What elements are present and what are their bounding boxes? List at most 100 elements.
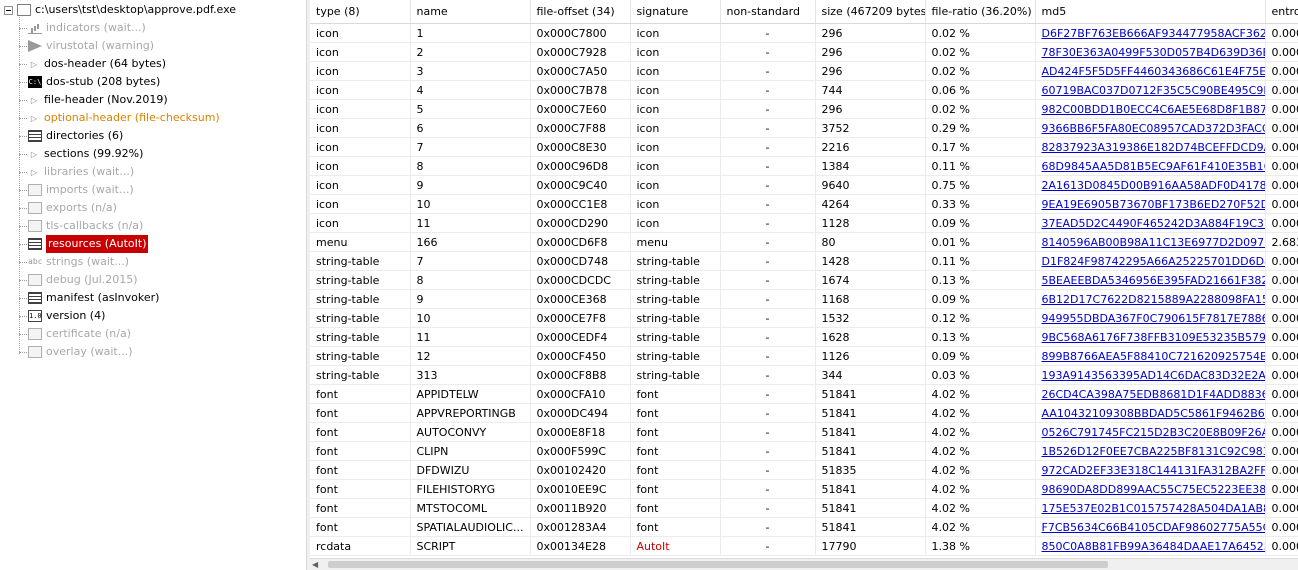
- md5-link[interactable]: 9366BB6F5FA80EC08957CAD372D3FACC: [1042, 122, 1265, 135]
- tree-item[interactable]: exports (n/a): [28, 199, 117, 217]
- column-header[interactable]: size (467209 bytes): [815, 0, 926, 24]
- scrollbar-thumb[interactable]: [328, 561, 1108, 568]
- column-header[interactable]: entropy: [1265, 0, 1298, 24]
- table-cell[interactable]: F7CB5634C66B4105CDAF98602775A55C: [1035, 517, 1266, 537]
- table-row[interactable]: icon 9 0x000C9C40 icon -9640 0.75 % 2A1613D084…: [310, 175, 1298, 195]
- table-row[interactable]: font CLIPN 0x000F599C font -51841 4.02 % 1B526…: [310, 441, 1298, 461]
- table-row[interactable]: icon 1 0x000C7800 icon -296 0.02 % D6F27BF763E…: [310, 23, 1298, 43]
- table-row[interactable]: string-table 7 0x000CD748 string-table -1428…: [310, 251, 1298, 271]
- table-cell[interactable]: 37EAD5D2C4490F465242D3A884F19C37: [1035, 213, 1266, 233]
- table-row[interactable]: icon 2 0x000C7928 icon -296 0.02 % 78F30E363A0…: [310, 42, 1298, 62]
- table-row[interactable]: menu 166 0x000CD6F8 menu -80 0.01 % 8140596AB0…: [310, 232, 1298, 252]
- table-row[interactable]: font SPATIALAUDIOLIC... 0x001283A4 font -518…: [310, 517, 1298, 537]
- table-row[interactable]: string-table 12 0x000CF450 string-table -112…: [310, 346, 1298, 366]
- column-header[interactable]: signature: [630, 0, 721, 24]
- column-header[interactable]: file-offset (34): [530, 0, 631, 24]
- table-row[interactable]: font FILEHISTORYG 0x0010EE9C font -51841 4.02…: [310, 479, 1298, 499]
- table-cell[interactable]: 60719BAC037D0712F35C5C90BE495C9D: [1035, 80, 1266, 100]
- md5-link[interactable]: 78F30E363A0499F530D057B4D639D36E: [1042, 46, 1265, 59]
- table-cell[interactable]: 5BEAEEBDA5346956E395FAD21661F382: [1035, 270, 1266, 290]
- md5-link[interactable]: 0526C791745FC215D2B3C20E8B09F26A: [1042, 426, 1265, 439]
- tree-item[interactable]: resources (AutoIt): [28, 235, 149, 253]
- md5-link[interactable]: 1B526D12F0EE7CBA225BF8131C92C983: [1042, 445, 1265, 458]
- table-cell[interactable]: 899B8766AEA5F88410C721620925754B: [1035, 346, 1266, 366]
- tree-item[interactable]: indicators (wait...): [28, 19, 146, 37]
- tree-item[interactable]: directories (6): [28, 127, 123, 145]
- md5-link[interactable]: 5BEAEEBDA5346956E395FAD21661F382: [1042, 274, 1265, 287]
- table-cell[interactable]: 1B526D12F0EE7CBA225BF8131C92C983: [1035, 441, 1266, 461]
- tree-root[interactable]: c:\users\tst\desktop\approve.pdf.exe: [4, 1, 236, 19]
- md5-link[interactable]: F7CB5634C66B4105CDAF98602775A55C: [1042, 521, 1265, 534]
- table-row[interactable]: icon 11 0x000CD290 icon -1128 0.09 % 37EAD5D2C…: [310, 213, 1298, 233]
- md5-link[interactable]: 982C00BDD1B0ECC4C6AE5E68D8F1B87A: [1042, 103, 1265, 116]
- tree-item[interactable]: certificate (n/a): [28, 325, 131, 343]
- md5-link[interactable]: 37EAD5D2C4490F465242D3A884F19C37: [1042, 217, 1265, 230]
- md5-link[interactable]: 9EA19E6905B73670BF173B6ED270F52D: [1042, 198, 1265, 211]
- collapse-icon[interactable]: [4, 5, 13, 15]
- table-cell[interactable]: 26CD4CA398A75EDB8681D1F4ADD88364: [1035, 384, 1266, 404]
- md5-link[interactable]: 175E537E02B1C015757428A504DA1AB8: [1042, 502, 1265, 515]
- table-cell[interactable]: 175E537E02B1C015757428A504DA1AB8: [1035, 498, 1266, 518]
- table-cell[interactable]: 78F30E363A0499F530D057B4D639D36E: [1035, 42, 1266, 62]
- horizontal-scrollbar[interactable]: ◀: [310, 558, 1298, 570]
- table-cell[interactable]: D1F824F98742295A66A25225701DD6D8: [1035, 251, 1266, 271]
- table-cell[interactable]: 6B12D17C7622D8215889A2288098FA15: [1035, 289, 1266, 309]
- table-row[interactable]: string-table 11 0x000CEDF4 string-table -162…: [310, 327, 1298, 347]
- md5-link[interactable]: 82837923A319386E182D74BCEFFDCD9A: [1042, 141, 1265, 154]
- md5-link[interactable]: 2A1613D0845D00B916AA58ADF0D41788: [1042, 179, 1265, 192]
- tree-item[interactable]: 1.0 version (4): [28, 307, 105, 325]
- tree-item[interactable]: imports (wait...): [28, 181, 134, 199]
- table-cell[interactable]: 82837923A319386E182D74BCEFFDCD9A: [1035, 137, 1266, 157]
- column-header[interactable]: non-standard: [720, 0, 816, 24]
- table-cell[interactable]: 2A1613D0845D00B916AA58ADF0D41788: [1035, 175, 1266, 195]
- table-cell[interactable]: 68D9845AA5D81B5EC9AF61F410E35B16: [1035, 156, 1266, 176]
- md5-link[interactable]: 6B12D17C7622D8215889A2288098FA15: [1042, 293, 1265, 306]
- tree-item[interactable]: tls-callbacks (n/a): [28, 217, 143, 235]
- table-row[interactable]: font DFDWIZU 0x00102420 font -51835 4.02 % 972…: [310, 460, 1298, 480]
- table-row[interactable]: string-table 9 0x000CE368 string-table -1168…: [310, 289, 1298, 309]
- scroll-left-icon[interactable]: ◀: [312, 560, 322, 569]
- tree-item[interactable]: ▷ sections (99.92%): [28, 145, 143, 163]
- table-cell[interactable]: 8140596AB00B98A11C13E6977D2D0977: [1035, 232, 1266, 252]
- md5-link[interactable]: 972CAD2EF33E318C144131FA312BA2FF: [1042, 464, 1265, 477]
- md5-link[interactable]: AA10432109308BBDAD5C5861F9462B6A: [1042, 407, 1265, 420]
- md5-link[interactable]: D6F27BF763EB666AF934477958ACF362: [1042, 27, 1265, 40]
- table-row[interactable]: icon 6 0x000C7F88 icon -3752 0.29 % 9366BB6F5F…: [310, 118, 1298, 138]
- tree-item[interactable]: manifest (asInvoker): [28, 289, 159, 307]
- table-cell[interactable]: 193A9143563395AD14C6DAC83D32E2AD: [1035, 365, 1266, 385]
- tree-item[interactable]: virustotal (warning): [28, 37, 154, 55]
- table-row[interactable]: icon 4 0x000C7B78 icon -744 0.06 % 60719BAC037…: [310, 80, 1298, 100]
- table-cell[interactable]: 9366BB6F5FA80EC08957CAD372D3FACC: [1035, 118, 1266, 138]
- table-row[interactable]: icon 8 0x000C96D8 icon -1384 0.11 % 68D9845AA5…: [310, 156, 1298, 176]
- table-cell[interactable]: 0526C791745FC215D2B3C20E8B09F26A: [1035, 422, 1266, 442]
- table-row[interactable]: font APPVREPORTINGB 0x000DC494 font -51841 4.…: [310, 403, 1298, 423]
- table-row[interactable]: rcdata SCRIPT 0x00134E28 AutoIt -17790 1.38 %…: [310, 536, 1298, 556]
- table-row[interactable]: font APPIDTELW 0x000CFA10 font -51841 4.02 % 2…: [310, 384, 1298, 404]
- md5-link[interactable]: D1F824F98742295A66A25225701DD6D8: [1042, 255, 1265, 268]
- table-row[interactable]: font AUTOCONVY 0x000E8F18 font -51841 4.02 % 0…: [310, 422, 1298, 442]
- column-header[interactable]: name: [410, 0, 531, 24]
- table-cell[interactable]: 949955DBDA367F0C790615F7817E7886: [1035, 308, 1266, 328]
- md5-link[interactable]: 850C0A8B81FB99A36484DAAE17A64525: [1042, 540, 1265, 553]
- md5-link[interactable]: 68D9845AA5D81B5EC9AF61F410E35B16: [1042, 160, 1265, 173]
- md5-link[interactable]: 8140596AB00B98A11C13E6977D2D0977: [1042, 236, 1265, 249]
- table-cell[interactable]: 850C0A8B81FB99A36484DAAE17A64525: [1035, 536, 1266, 556]
- md5-link[interactable]: 98690DA8DD899AAC55C75EC5223EE38E: [1042, 483, 1265, 496]
- md5-link[interactable]: AD424F5F5D5FF4460343686C61E4F75E: [1042, 65, 1265, 78]
- tree-item[interactable]: ▷ file-header (Nov.2019): [28, 91, 168, 109]
- table-row[interactable]: string-table 313 0x000CF8B8 string-table -34…: [310, 365, 1298, 385]
- md5-link[interactable]: 193A9143563395AD14C6DAC83D32E2AD: [1042, 369, 1265, 382]
- md5-link[interactable]: 949955DBDA367F0C790615F7817E7886: [1042, 312, 1265, 325]
- table-cell[interactable]: AD424F5F5D5FF4460343686C61E4F75E: [1035, 61, 1266, 81]
- column-header[interactable]: file-ratio (36.20%): [925, 0, 1036, 24]
- tree-item[interactable]: ▷ optional-header (file-checksum): [28, 109, 220, 127]
- table-cell[interactable]: 9EA19E6905B73670BF173B6ED270F52D: [1035, 194, 1266, 214]
- tree-item[interactable]: ▷ dos-header (64 bytes): [28, 55, 166, 73]
- column-header[interactable]: type (8): [310, 0, 411, 24]
- table-row[interactable]: icon 5 0x000C7E60 icon -296 0.02 % 982C00BDD1B…: [310, 99, 1298, 119]
- table-row[interactable]: string-table 10 0x000CE7F8 string-table -153…: [310, 308, 1298, 328]
- md5-link[interactable]: 60719BAC037D0712F35C5C90BE495C9D: [1042, 84, 1265, 97]
- table-row[interactable]: font MTSTOCOML 0x0011B920 font -51841 4.02 % 1…: [310, 498, 1298, 518]
- table-cell[interactable]: D6F27BF763EB666AF934477958ACF362: [1035, 23, 1266, 43]
- table-cell[interactable]: 972CAD2EF33E318C144131FA312BA2FF: [1035, 460, 1266, 480]
